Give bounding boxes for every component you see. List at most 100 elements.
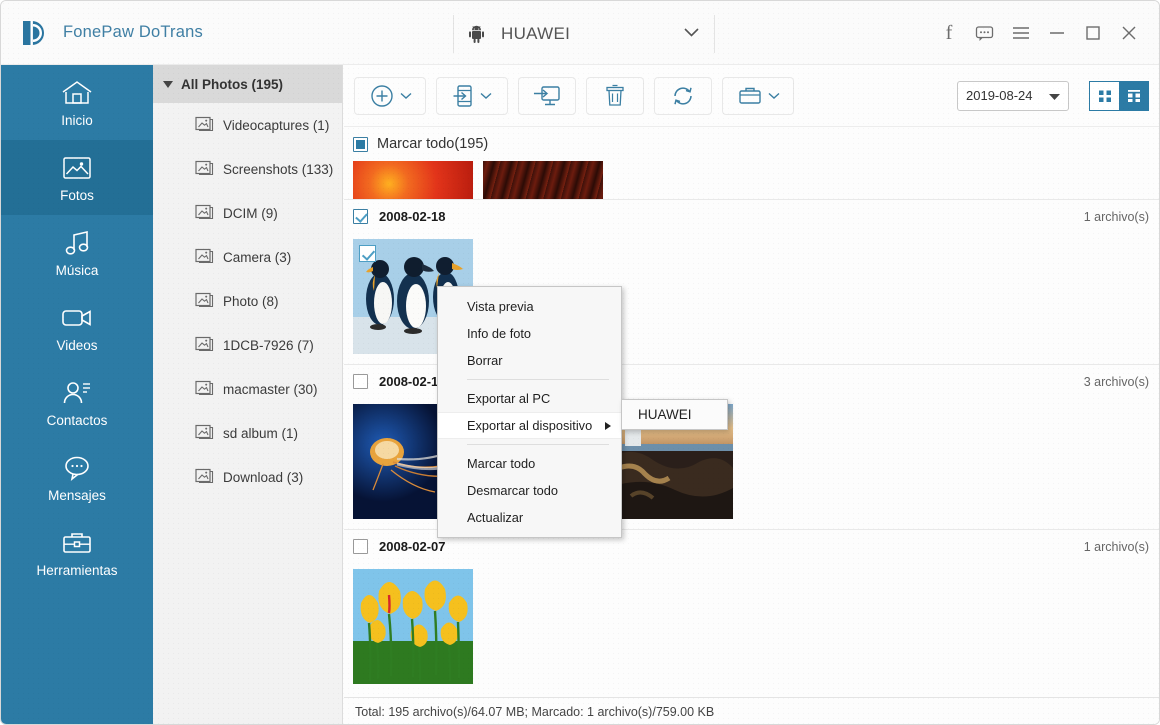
context-submenu-huawei[interactable]: HUAWEI <box>621 399 728 430</box>
caret-down-icon <box>768 92 779 99</box>
date-filter-value: 2019-08-24 <box>966 88 1033 103</box>
export-to-pc-button[interactable] <box>518 76 576 115</box>
delete-button[interactable] <box>586 76 644 115</box>
tree-header-all-photos[interactable]: All Photos (195) <box>153 65 342 103</box>
context-menu-item-borrar[interactable]: Borrar <box>438 347 621 374</box>
context-menu-item-exportar-al-dispositivo[interactable]: Exportar al dispositivo <box>438 412 621 439</box>
photo-dark-red[interactable] <box>483 161 603 199</box>
sidebar-item-inicio[interactable]: Inicio <box>1 65 153 140</box>
submenu-arrow-icon <box>605 421 611 430</box>
sidebar-item-musica[interactable]: Música <box>1 215 153 290</box>
video-icon <box>60 303 94 333</box>
feedback-icon[interactable] <box>967 15 1003 51</box>
sidebar-item-herramientas[interactable]: Herramientas <box>1 515 153 590</box>
refresh-button[interactable] <box>654 76 712 115</box>
date-group-label: 2008-02-18 <box>379 209 446 224</box>
app-logo-icon <box>19 17 49 49</box>
context-menu-item-vista-previa[interactable]: Vista previa <box>438 293 621 320</box>
album-icon <box>195 203 214 223</box>
tree-item-1dcb-7926[interactable]: 1DCB-7926 (7) <box>153 323 342 367</box>
add-button[interactable] <box>354 76 426 115</box>
tree-item-label: Screenshots (133) <box>223 161 334 177</box>
tree-item-videocaptures[interactable]: Videocaptures (1) <box>153 103 342 147</box>
sidebar-item-contactos[interactable]: Contactos <box>1 365 153 440</box>
sidebar-item-label: Herramientas <box>36 562 118 578</box>
sidebar-item-videos[interactable]: Videos <box>1 290 153 365</box>
export-to-device-button[interactable] <box>436 76 508 115</box>
tree-item-screenshots[interactable]: Screenshots (133) <box>153 147 342 191</box>
tree-item-macmaster[interactable]: macmaster (30) <box>153 367 342 411</box>
context-menu-item-info-de-foto[interactable]: Info de foto <box>438 320 621 347</box>
tree-item-label: Photo (8) <box>223 293 279 309</box>
select-all-row[interactable]: Marcar todo(195) <box>344 127 1159 161</box>
album-button[interactable] <box>722 76 794 115</box>
date-group-header[interactable]: 2008-02-18 1 archivo(s) <box>344 199 1159 233</box>
date-group-thumbnails <box>344 563 1159 694</box>
context-menu-item-label: Exportar al dispositivo <box>467 418 593 433</box>
grid-small-icon <box>1098 90 1111 102</box>
tree-item-label: Download (3) <box>223 469 304 485</box>
sidebar-item-label: Fotos <box>60 187 94 203</box>
facebook-icon[interactable]: f <box>931 15 967 51</box>
tree-item-camera[interactable]: Camera (3) <box>153 235 342 279</box>
album-tree-panel: All Photos (195) Videocaptures (1) Scree… <box>153 65 343 724</box>
android-icon <box>468 25 485 44</box>
album-icon <box>195 115 214 135</box>
tree-header-label: All Photos (195) <box>181 76 284 92</box>
close-icon[interactable] <box>1111 15 1147 51</box>
chevron-down-icon[interactable] <box>683 25 700 43</box>
message-icon <box>62 453 92 483</box>
caret-down-icon <box>480 92 491 99</box>
sidebar-item-label: Contactos <box>46 412 108 428</box>
status-bar: Total: 195 archivo(s)/64.07 MB; Marcado:… <box>344 697 1159 724</box>
application-window: FonePaw DoTrans HUAWEI f Inicio Fotos Mú… <box>0 0 1160 725</box>
context-menu-item-desmarcar-todo[interactable]: Desmarcar todo <box>438 477 621 504</box>
context-menu-separator <box>467 379 609 380</box>
tree-item-label: Videocaptures (1) <box>223 117 330 133</box>
context-menu-separator <box>467 444 609 445</box>
tree-item-dcim[interactable]: DCIM (9) <box>153 191 342 235</box>
date-filter-select[interactable]: 2019-08-24 <box>957 80 1069 111</box>
date-group-checkbox[interactable] <box>353 374 368 389</box>
view-mode-grid-button[interactable] <box>1119 80 1149 111</box>
context-menu-item-exportar-al-pc[interactable]: Exportar al PC <box>438 385 621 412</box>
minimize-icon[interactable] <box>1039 15 1075 51</box>
clipped-thumbnail-row <box>344 161 1159 199</box>
contacts-icon <box>61 378 93 408</box>
app-title: FonePaw DoTrans <box>63 23 203 41</box>
album-icon <box>195 423 214 443</box>
view-mode-list-button[interactable] <box>1089 80 1119 111</box>
caret-down-icon <box>400 92 411 99</box>
date-group-checkbox[interactable] <box>353 539 368 554</box>
tree-item-sd-album[interactable]: sd album (1) <box>153 411 342 455</box>
tree-item-download[interactable]: Download (3) <box>153 455 342 499</box>
maximize-icon[interactable] <box>1075 15 1111 51</box>
sidebar-item-fotos[interactable]: Fotos <box>1 140 153 215</box>
photo-icon <box>61 153 93 183</box>
tree-item-label: DCIM (9) <box>223 205 278 221</box>
sidebar: Inicio Fotos Música Videos Contactos Men… <box>1 65 153 724</box>
date-group-checkbox[interactable] <box>353 209 368 224</box>
grid-large-icon <box>1128 89 1140 102</box>
sidebar-item-mensajes[interactable]: Mensajes <box>1 440 153 515</box>
device-selector[interactable]: HUAWEI <box>453 15 715 53</box>
select-all-checkbox[interactable] <box>353 136 368 152</box>
menu-icon[interactable] <box>1003 15 1039 51</box>
date-group-count: 3 archivo(s) <box>1083 374 1149 389</box>
music-icon <box>62 228 92 258</box>
photo-tulips[interactable] <box>353 569 473 684</box>
context-menu-item-marcar-todo[interactable]: Marcar todo <box>438 450 621 477</box>
context-menu-item-actualizar[interactable]: Actualizar <box>438 504 621 531</box>
date-group-label: 2008-02-1 <box>379 374 439 389</box>
album-icon <box>195 379 214 399</box>
select-all-label: Marcar todo(195) <box>377 136 489 152</box>
tree-item-label: 1DCB-7926 (7) <box>223 337 314 353</box>
album-icon <box>195 247 214 267</box>
photo-checkbox[interactable] <box>359 245 376 262</box>
status-text: Total: 195 archivo(s)/64.07 MB; Marcado:… <box>355 705 715 719</box>
title-bar: FonePaw DoTrans HUAWEI f <box>1 1 1159 65</box>
sidebar-item-label: Mensajes <box>48 487 106 503</box>
album-icon <box>195 291 214 311</box>
photo-red-flower[interactable] <box>353 161 473 199</box>
tree-item-photo[interactable]: Photo (8) <box>153 279 342 323</box>
